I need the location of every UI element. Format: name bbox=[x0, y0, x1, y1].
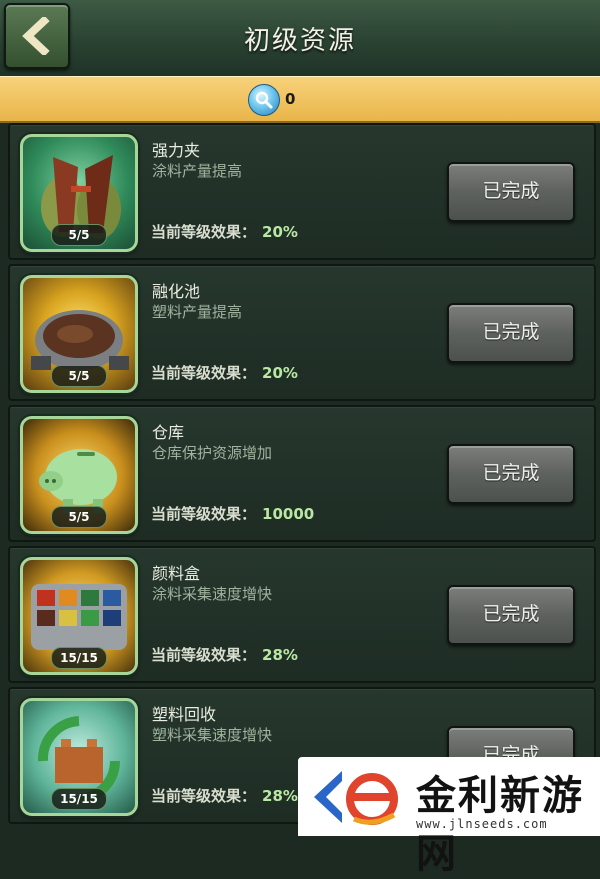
effect-label: 当前等级效果： bbox=[151, 505, 257, 523]
magnifier-gem-icon bbox=[248, 84, 280, 116]
effect-label: 当前等级效果： bbox=[151, 787, 257, 805]
upgrade-card-melting-pot: 5/5 融化池 塑料产量提高 当前等级效果： 20% 已完成 bbox=[8, 264, 596, 401]
resource-bar: 0 bbox=[0, 76, 600, 123]
site-url: www.jlnseeds.com bbox=[416, 817, 548, 831]
level-badge: 15/15 bbox=[51, 788, 107, 810]
item-name: 强力夹 bbox=[152, 141, 201, 160]
upgrade-list[interactable]: 5/5 强力夹 涂料产量提高 当前等级效果： 20% 已完成 5/5 融化池 塑料… bbox=[0, 120, 600, 836]
level-badge: 5/5 bbox=[51, 224, 107, 246]
effect-value: 28% bbox=[262, 787, 298, 805]
resource-count: 0 bbox=[285, 90, 296, 108]
site-logo-icon bbox=[306, 767, 406, 831]
effect-label: 当前等级效果： bbox=[151, 364, 257, 382]
clamp-icon: 5/5 bbox=[20, 134, 138, 252]
completed-button[interactable]: 已完成 bbox=[447, 585, 575, 645]
level-badge: 15/15 bbox=[51, 647, 107, 669]
site-watermark: 金利新游网 www.jlnseeds.com bbox=[298, 757, 600, 877]
effect-value: 20% bbox=[262, 223, 298, 241]
item-name: 塑料回收 bbox=[152, 705, 217, 724]
level-badge: 5/5 bbox=[51, 506, 107, 528]
completed-button[interactable]: 已完成 bbox=[447, 162, 575, 222]
melting-pot-icon: 5/5 bbox=[20, 275, 138, 393]
effect-value: 28% bbox=[262, 646, 298, 664]
completed-button[interactable]: 已完成 bbox=[447, 303, 575, 363]
upgrade-card-clamp: 5/5 强力夹 涂料产量提高 当前等级效果： 20% 已完成 bbox=[8, 123, 596, 260]
current-effect: 当前等级效果： 28% bbox=[151, 785, 298, 806]
level-badge: 5/5 bbox=[51, 365, 107, 387]
current-effect: 当前等级效果： 28% bbox=[151, 644, 298, 665]
paint-box-icon: 15/15 bbox=[20, 557, 138, 675]
current-effect: 当前等级效果： 20% bbox=[151, 221, 298, 242]
item-name: 仓库 bbox=[152, 423, 185, 442]
item-name: 颜料盒 bbox=[152, 564, 201, 583]
item-description: 涂料产量提高 bbox=[152, 162, 243, 180]
item-description: 涂料采集速度增快 bbox=[152, 585, 273, 603]
effect-value: 20% bbox=[262, 364, 298, 382]
item-description: 仓库保护资源增加 bbox=[152, 444, 273, 462]
upgrade-card-warehouse: 5/5 仓库 仓库保护资源增加 当前等级效果： 10000 已完成 bbox=[8, 405, 596, 542]
recycle-brick-icon: 15/15 bbox=[20, 698, 138, 816]
item-description: 塑料产量提高 bbox=[152, 303, 243, 321]
current-effect: 当前等级效果： 20% bbox=[151, 362, 298, 383]
item-name: 融化池 bbox=[152, 282, 201, 301]
effect-label: 当前等级效果： bbox=[151, 223, 257, 241]
effect-value: 10000 bbox=[262, 505, 315, 523]
effect-label: 当前等级效果： bbox=[151, 646, 257, 664]
top-bar: 初级资源 bbox=[0, 0, 600, 78]
upgrade-card-paint-box: 15/15 颜料盒 涂料采集速度增快 当前等级效果： 28% 已完成 bbox=[8, 546, 596, 683]
current-effect: 当前等级效果： 10000 bbox=[151, 503, 314, 524]
completed-button[interactable]: 已完成 bbox=[447, 444, 575, 504]
item-description: 塑料采集速度增快 bbox=[152, 726, 273, 744]
page-title: 初级资源 bbox=[243, 26, 356, 56]
piggy-bank-icon: 5/5 bbox=[20, 416, 138, 534]
